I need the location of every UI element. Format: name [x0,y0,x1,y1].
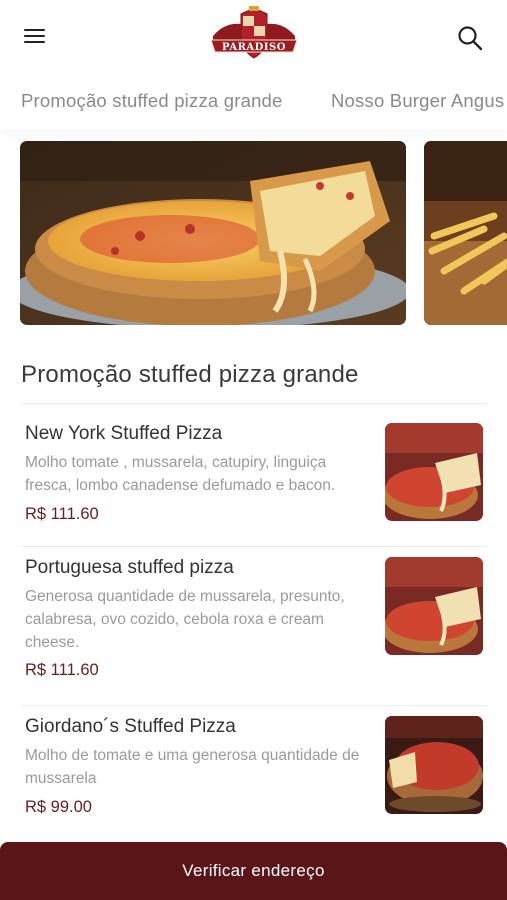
product-description: Molho de tomate e uma generosa quantidad… [25,747,360,787]
product-item-giordanos[interactable]: Giordano´s Stuffed Pizza Molho de tomate… [0,716,507,840]
product-item-portuguesa[interactable]: Portuguesa stuffed pizza Generosa quanti… [0,557,507,706]
app-header: PARADISO [0,0,507,72]
promo-banner-burger[interactable] [424,141,507,325]
tab-nosso-burger-angus[interactable]: Nosso Burger Angus [331,90,504,112]
product-image [385,716,483,814]
product-description: Molho tomate , mussarela, catupiry, ling… [25,454,336,494]
product-description: Generosa quantidade de mussarela, presun… [25,588,345,651]
product-image [385,557,483,655]
product-name: Portuguesa stuffed pizza [25,557,234,578]
paradiso-logo[interactable]: PARADISO [207,6,301,68]
product-name: Giordano´s Stuffed Pizza [25,716,236,737]
product-item-new-york[interactable]: New York Stuffed Pizza Molho tomate , mu… [0,423,507,547]
product-image [385,423,483,521]
logo-text: PARADISO [222,42,286,53]
product-price: R$ 111.60 [25,661,99,679]
pizza-thumbnail-image [385,716,483,814]
promo-banner-carousel[interactable] [0,141,507,325]
section-title: Promoção stuffed pizza grande [21,361,359,388]
promo-banner-pizza[interactable] [20,141,406,325]
product-price: R$ 99.00 [25,798,92,816]
product-name: New York Stuffed Pizza [25,423,223,444]
item-divider [21,546,487,547]
verify-address-button[interactable]: Verificar endereço [0,842,507,900]
item-divider [21,705,487,706]
search-icon[interactable] [456,24,484,52]
pizza-thumbnail-image [385,557,483,655]
stuffed-pizza-banner-image [20,141,406,325]
product-price: R$ 111.60 [25,505,99,523]
pizza-thumbnail-image [385,423,483,521]
category-tabs: Promoção stuffed pizza grande Nosso Burg… [0,76,507,130]
tab-promocao-stuffed-pizza[interactable]: Promoção stuffed pizza grande [21,90,283,112]
fries-banner-image [424,141,507,325]
hamburger-menu-icon[interactable] [22,24,48,50]
section-divider [21,403,487,404]
